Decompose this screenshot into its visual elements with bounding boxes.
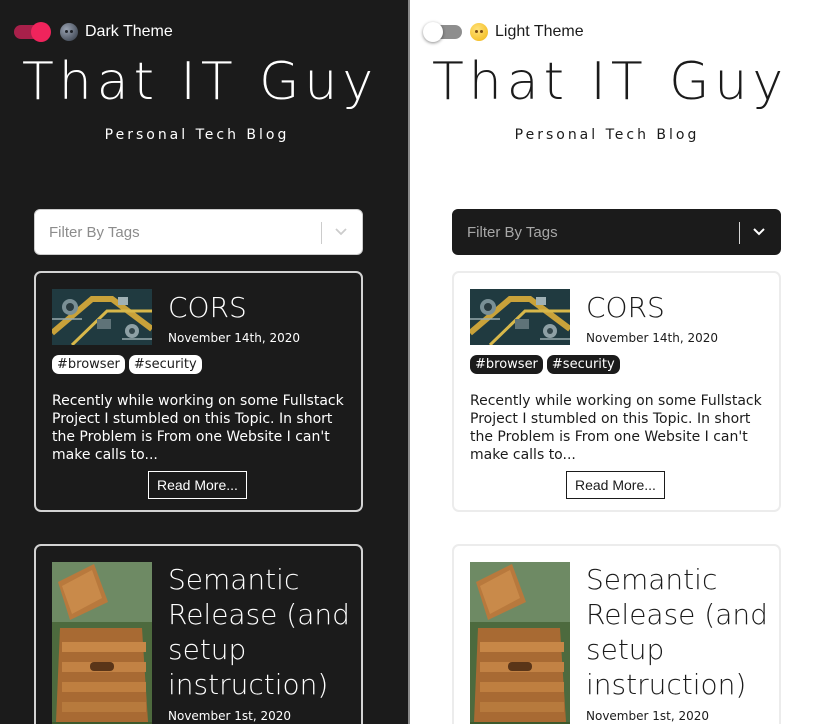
tag-security[interactable]: #security	[128, 355, 202, 374]
toggle-knob[interactable]	[31, 22, 51, 42]
tag-browser[interactable]: #browser	[470, 355, 543, 374]
site-subtitle: Personal Tech Blog	[104, 127, 290, 143]
post-tags: #browser #security	[52, 355, 202, 374]
select-separator	[739, 222, 740, 244]
post-card[interactable]: Semantic Release (and setup instruction)…	[34, 544, 363, 724]
circuit-board-image	[52, 289, 152, 345]
post-date: November 1st, 2020	[586, 709, 709, 723]
post-excerpt: Recently while working on some Fullstack…	[52, 393, 344, 463]
post-title[interactable]: Semantic Release (and setup instruction)	[586, 562, 776, 702]
filter-placeholder: Filter By Tags	[49, 223, 140, 241]
post-card[interactable]: CORS November 14th, 2020 #browser #secur…	[34, 271, 363, 512]
toggle-knob[interactable]	[423, 22, 443, 42]
post-thumbnail[interactable]	[470, 562, 570, 724]
post-title[interactable]: Semantic Release (and setup instruction)	[168, 562, 358, 702]
theme-label: Dark Theme	[85, 23, 173, 40]
light-theme-preview: Light Theme That IT Guy Personal Tech Bl…	[410, 0, 814, 724]
circuit-board-image	[470, 289, 570, 345]
post-thumbnail[interactable]	[470, 289, 570, 345]
site-title[interactable]: That IT Guy	[0, 52, 408, 112]
site-subtitle: Personal Tech Blog	[514, 127, 700, 143]
chevron-down-icon[interactable]	[334, 224, 348, 238]
filter-by-tags-select[interactable]: Filter By Tags	[34, 209, 363, 255]
read-more-button[interactable]: Read More...	[566, 471, 665, 499]
theme-toggle-switch[interactable]	[14, 22, 51, 42]
post-title[interactable]: CORS	[586, 290, 665, 325]
post-date: November 14th, 2020	[168, 331, 300, 345]
theme-toggle-row: Dark Theme	[14, 20, 173, 44]
tag-security[interactable]: #security	[546, 355, 620, 374]
post-date: November 1st, 2020	[168, 709, 291, 723]
tag-browser[interactable]: #browser	[52, 355, 125, 374]
read-more-button[interactable]: Read More...	[148, 471, 247, 499]
theme-toggle-row: Light Theme	[423, 20, 584, 44]
post-date: November 14th, 2020	[586, 331, 718, 345]
filter-placeholder: Filter By Tags	[467, 223, 558, 241]
wooden-crate-image	[470, 562, 570, 724]
post-card[interactable]: Semantic Release (and setup instruction)…	[452, 544, 781, 724]
post-card[interactable]: CORS November 14th, 2020 #browser #secur…	[452, 271, 781, 512]
site-title[interactable]: That IT Guy	[410, 52, 814, 112]
post-title[interactable]: CORS	[168, 290, 247, 325]
select-separator	[321, 222, 322, 244]
post-thumbnail[interactable]	[52, 289, 152, 345]
dark-theme-preview: Dark Theme That IT Guy Personal Tech Blo…	[0, 0, 408, 724]
theme-toggle-switch[interactable]	[423, 22, 462, 42]
filter-by-tags-select[interactable]: Filter By Tags	[452, 209, 781, 255]
post-thumbnail[interactable]	[52, 562, 152, 724]
wooden-crate-image	[52, 562, 152, 724]
moon-emoji-icon	[60, 23, 78, 41]
post-excerpt: Recently while working on some Fullstack…	[470, 393, 762, 463]
sun-emoji-icon	[470, 23, 488, 41]
post-tags: #browser #security	[470, 355, 620, 374]
chevron-down-icon[interactable]	[752, 224, 766, 238]
theme-label: Light Theme	[495, 23, 584, 40]
